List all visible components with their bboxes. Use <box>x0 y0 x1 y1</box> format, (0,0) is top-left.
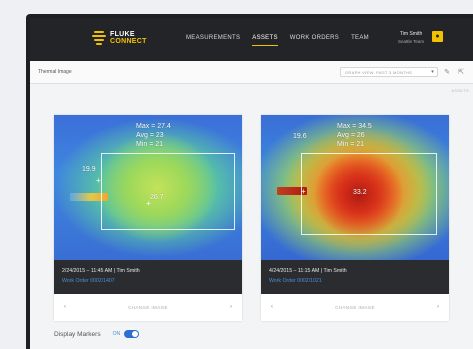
measurement-box <box>101 153 235 230</box>
measurement-box <box>301 153 437 235</box>
thermal-card-2: 19.6 Max = 34.5 Avg = 26 Min = 21 + 33.2… <box>261 115 449 321</box>
toggle-knob <box>132 331 139 337</box>
logo-line2: CONNECT <box>110 38 147 45</box>
side-spot-temp: 19.9 <box>82 166 96 173</box>
next-arrow-icon[interactable]: › <box>437 304 439 310</box>
fluke-connect-logo[interactable]: FLUKE CONNECT <box>92 30 147 46</box>
change-image-button[interactable]: CHANGE IMAGE <box>261 305 449 310</box>
logo-mark-icon <box>92 30 106 46</box>
nav-measurements[interactable]: MEASUREMENTS <box>186 35 240 46</box>
avg-temp-label: Avg = 23 <box>136 132 164 139</box>
card-footer: ‹ CHANGE IMAGE › <box>54 294 242 321</box>
edit-icon[interactable]: ✎ <box>442 67 452 77</box>
user-info[interactable]: Tim Smith Seattle Team <box>398 31 424 44</box>
app-screen: FLUKE CONNECT MEASUREMENTS ASSETS WORK O… <box>30 18 473 349</box>
card-footer: ‹ CHANGE IMAGE › <box>261 294 449 321</box>
capture-info: 4/24/2015 – 11:15 AM | Tim Smith Work Or… <box>261 260 449 294</box>
display-markers-toggle[interactable] <box>124 330 140 338</box>
device-frame: FLUKE CONNECT MEASUREMENTS ASSETS WORK O… <box>26 14 473 349</box>
center-spot-temp: 26.7 <box>150 194 164 201</box>
user-team: Seattle Team <box>398 39 425 44</box>
sub-header: Thermal Image GRAPH VIEW: PAST 3 MONTHS … <box>30 61 473 84</box>
assets-link[interactable]: ASSETS <box>451 88 469 93</box>
change-image-button[interactable]: CHANGE IMAGE <box>54 305 242 310</box>
min-temp-label: Min = 21 <box>337 141 365 148</box>
capture-info: 2/24/2015 – 11:45 AM | Tim Smith Work Or… <box>54 260 242 294</box>
graph-view-value: GRAPH VIEW: PAST 3 MONTHS <box>345 69 413 75</box>
crosshair-marker-icon: + <box>146 199 151 208</box>
thermal-card-1: Max = 27.4 Avg = 23 Min = 21 19.9 + 26.7… <box>54 115 242 321</box>
crosshair-marker-icon: + <box>96 176 101 185</box>
avg-temp-label: Avg = 26 <box>337 132 365 139</box>
chevron-down-icon: ▾ <box>431 69 434 75</box>
graph-view-select[interactable]: GRAPH VIEW: PAST 3 MONTHS ▾ <box>340 67 438 77</box>
display-markers-row: Display Markers ON <box>54 330 140 338</box>
next-arrow-icon[interactable]: › <box>230 304 232 310</box>
center-spot-temp: 33.2 <box>353 189 367 196</box>
nav-team[interactable]: TEAM <box>351 35 369 46</box>
top-navigation-bar: FLUKE CONNECT MEASUREMENTS ASSETS WORK O… <box>30 18 473 61</box>
user-avatar-icon[interactable]: ● <box>432 31 443 42</box>
work-order-link[interactable]: Work Order 0002/1021 <box>269 278 322 284</box>
work-order-link[interactable]: Work Order 0002/1407 <box>62 278 115 284</box>
nav-assets[interactable]: ASSETS <box>252 35 278 46</box>
expand-icon[interactable]: ⇱ <box>456 67 466 77</box>
max-temp-label: Max = 27.4 <box>136 123 171 130</box>
main-nav: MEASUREMENTS ASSETS WORK ORDERS TEAM <box>186 35 369 46</box>
user-name: Tim Smith <box>399 31 423 37</box>
side-spot-temp: 19.6 <box>293 133 307 140</box>
page-title: Thermal Image <box>38 69 72 75</box>
nav-work-orders[interactable]: WORK ORDERS <box>290 35 339 46</box>
capture-date: 2/24/2015 – 11:45 AM | Tim Smith <box>62 268 140 274</box>
max-temp-label: Max = 34.5 <box>337 123 372 130</box>
display-markers-label: Display Markers <box>54 330 101 338</box>
capture-date: 4/24/2015 – 11:15 AM | Tim Smith <box>269 268 347 274</box>
thermal-image-2[interactable]: 19.6 Max = 34.5 Avg = 26 Min = 21 + 33.2 <box>261 115 449 260</box>
logo-line1: FLUKE <box>110 31 135 38</box>
crosshair-marker-icon: + <box>301 187 306 196</box>
min-temp-label: Min = 21 <box>136 141 164 148</box>
toggle-state-label: ON <box>112 331 121 337</box>
thermal-image-1[interactable]: Max = 27.4 Avg = 23 Min = 21 19.9 + 26.7… <box>54 115 242 260</box>
